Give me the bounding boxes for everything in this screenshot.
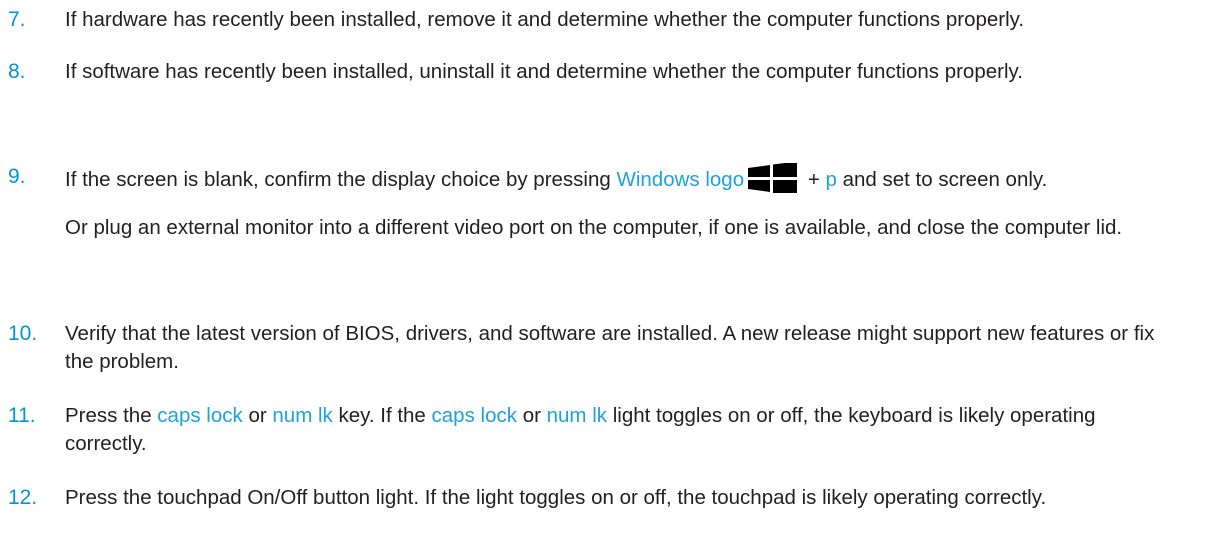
step-text: If hardware has recently been installed,… xyxy=(65,8,1025,31)
step-text-segment: If the screen is blank, confirm the disp… xyxy=(65,168,617,191)
step-number: 11. xyxy=(8,404,36,427)
troubleshooting-steps: 7. If hardware has recently been install… xyxy=(0,0,1222,544)
windows-logo-icon xyxy=(748,163,798,193)
step-text: Press the touchpad On/Off button light. … xyxy=(65,486,1047,509)
step-text-segment: key. If the xyxy=(332,404,432,427)
step-11: 11. Press the caps lock or num lk key. I… xyxy=(8,402,1214,458)
step-text: If the screen is blank, confirm the disp… xyxy=(65,163,1214,194)
step-12: 12. Press the touchpad On/Off button lig… xyxy=(8,484,1214,512)
step-7: 7. If hardware has recently been install… xyxy=(8,6,1214,34)
step-number: 10. xyxy=(8,322,38,345)
p-key-label: p xyxy=(825,168,837,191)
caps-lock-key-label: caps lock xyxy=(157,404,243,427)
step-text-segment: or xyxy=(517,404,547,427)
step-number: 12. xyxy=(8,486,38,509)
step-number: 7. xyxy=(8,8,26,31)
step-number: 8. xyxy=(8,60,26,83)
plus-sign: + xyxy=(802,168,826,191)
step-text: Press the caps lock or num lk key. If th… xyxy=(65,402,1214,458)
step-text: Verify that the latest version of BIOS, … xyxy=(65,322,1155,373)
step-text-segment: Press the xyxy=(65,404,158,427)
step-text: If software has recently been installed,… xyxy=(65,60,1023,83)
step-8: 8. If software has recently been install… xyxy=(8,58,1214,86)
step-10: 10. Verify that the latest version of BI… xyxy=(8,320,1214,376)
num-lk-key-label: num lk xyxy=(546,404,608,427)
windows-key-label: Windows logo xyxy=(616,168,745,191)
step-text-segment: or xyxy=(242,404,273,427)
step-9: 9. If the screen is blank, confirm the d… xyxy=(8,163,1214,242)
step-9-alternative: Or plug an external monitor into a diffe… xyxy=(65,216,1123,239)
num-lk-key-label: num lk xyxy=(272,404,333,427)
step-text-segment: and set to screen only. xyxy=(836,168,1048,191)
caps-lock-key-label: caps lock xyxy=(431,404,517,427)
step-number: 9. xyxy=(8,165,26,188)
